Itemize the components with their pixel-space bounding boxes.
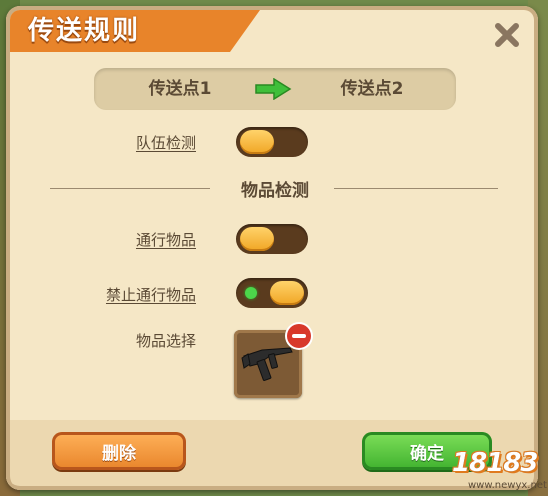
watermark-site: www.newyx.net — [468, 480, 547, 491]
route-from-label: 传送点1 — [148, 79, 212, 99]
route-to-label: 传送点2 — [340, 79, 404, 99]
arrow-right-icon — [255, 78, 292, 100]
pass-items-label: 通行物品 — [135, 231, 196, 249]
watermark-logo: 18183 — [452, 448, 538, 478]
item-check-section-title: 物品检测 — [241, 181, 309, 201]
divider-right — [334, 188, 498, 189]
toggle-knob — [240, 130, 274, 154]
toggle-knob — [240, 227, 274, 251]
forbid-items-toggle[interactable] — [236, 278, 308, 308]
submachine-gun-icon — [241, 347, 293, 381]
divider-left — [50, 188, 210, 189]
remove-icon[interactable] — [287, 324, 311, 348]
delete-button[interactable]: 删除 — [52, 432, 186, 470]
toggle-knob — [270, 281, 304, 305]
toggle-on-indicator — [245, 287, 257, 299]
team-check-label: 队伍检测 — [135, 134, 196, 152]
team-check-toggle[interactable] — [236, 127, 308, 157]
item-select-label: 物品选择 — [135, 332, 196, 350]
forbid-items-label: 禁止通行物品 — [105, 286, 196, 304]
close-button[interactable] — [488, 16, 526, 54]
dialog-title: 传送规则 — [28, 16, 141, 46]
close-icon — [495, 23, 519, 47]
pass-items-toggle[interactable] — [236, 224, 308, 254]
